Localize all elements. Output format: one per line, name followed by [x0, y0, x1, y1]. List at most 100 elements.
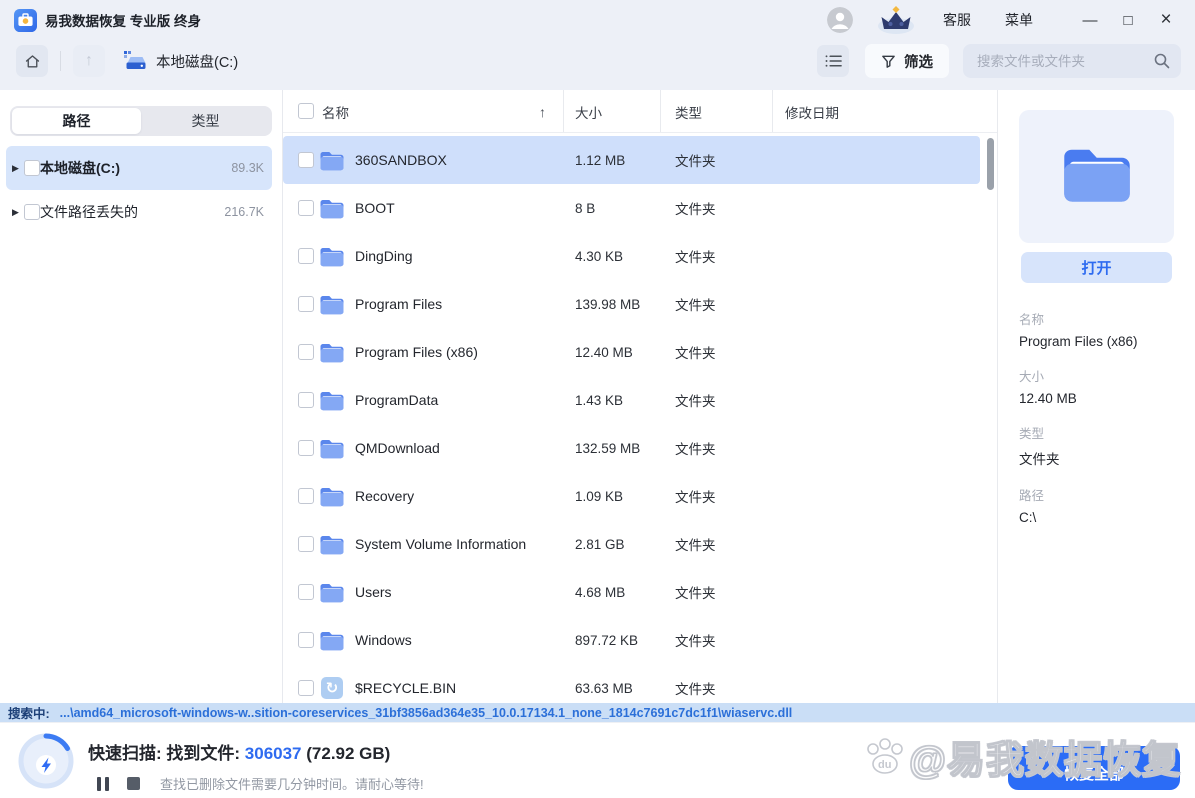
file-name: Recovery	[355, 488, 415, 504]
filter-button[interactable]: 筛选	[865, 44, 949, 78]
table-row[interactable]: ↻ Windows 897.72 KB 文件夹	[283, 616, 980, 664]
folder-icon: ↻	[319, 245, 345, 267]
open-button[interactable]: 打开	[1021, 252, 1172, 283]
search-input[interactable]	[963, 44, 1181, 78]
search-icon[interactable]	[1153, 52, 1171, 70]
home-button[interactable]	[16, 45, 48, 77]
row-checkbox[interactable]	[298, 584, 314, 600]
sidebar: 路径 类型 ▶ 本地磁盘(C:) 89.3K ▶ 文件路径丢失的 216.7K	[0, 90, 283, 703]
column-date[interactable]: 修改日期	[785, 90, 839, 133]
menu-link[interactable]: 菜单	[1005, 10, 1033, 30]
file-table: 名称 ↑ 大小 类型 修改日期 ↻ 36	[283, 90, 997, 703]
column-type[interactable]: 类型	[675, 90, 702, 133]
table-row[interactable]: ↻ DingDing 4.30 KB 文件夹	[283, 232, 980, 280]
file-size: 63.63 MB	[575, 680, 633, 696]
list-view-icon[interactable]	[817, 45, 849, 77]
row-checkbox[interactable]	[298, 488, 314, 504]
select-all-checkbox[interactable]	[298, 103, 314, 119]
column-name[interactable]: 名称	[322, 90, 349, 133]
minimize-button[interactable]: —	[1075, 12, 1105, 29]
field-value: C:\	[1019, 510, 1037, 525]
column-divider	[660, 90, 661, 132]
row-checkbox[interactable]	[298, 536, 314, 552]
tree-checkbox[interactable]	[24, 160, 40, 176]
file-type: 文件夹	[675, 538, 716, 553]
sort-ascending-icon[interactable]: ↑	[539, 90, 546, 133]
preview-panel: 打开 名称 Program Files (x86) 大小 12.40 MB 类型	[997, 90, 1195, 703]
file-type: 文件夹	[675, 202, 716, 217]
file-name: BOOT	[355, 200, 395, 216]
table-row[interactable]: ↻ BOOT 8 B 文件夹	[283, 184, 980, 232]
table-row[interactable]: ↻ ProgramData 1.43 KB 文件夹	[283, 376, 980, 424]
row-checkbox[interactable]	[298, 344, 314, 360]
sidebar-tab[interactable]: 类型	[141, 108, 270, 134]
file-type: 文件夹	[675, 586, 716, 601]
row-checkbox[interactable]	[298, 296, 314, 312]
preview-field: 名称 Program Files (x86)	[1019, 309, 1174, 349]
up-button[interactable]: ↑	[73, 45, 105, 77]
folder-icon: ↻	[319, 629, 345, 651]
field-label: 名称	[1019, 313, 1045, 327]
row-checkbox[interactable]	[298, 680, 314, 696]
table-row[interactable]: ↻ 360SANDBOX 1.12 MB 文件夹	[283, 136, 980, 184]
scan-progress-ring	[17, 732, 75, 790]
tree-checkbox[interactable]	[24, 204, 40, 220]
preview-thumbnail	[1019, 110, 1174, 243]
folder-icon: ↻	[319, 293, 345, 315]
field-label: 大小	[1019, 370, 1045, 384]
table-row[interactable]: ↻ Users 4.68 MB 文件夹	[283, 568, 980, 616]
found-size: (72.92 GB)	[306, 744, 391, 763]
tree-item-count: 89.3K	[231, 161, 264, 175]
filter-label: 筛选	[904, 54, 933, 71]
user-avatar[interactable]	[827, 7, 853, 33]
row-checkbox[interactable]	[298, 200, 314, 216]
expand-arrow-icon[interactable]: ▶	[12, 163, 24, 174]
maximize-button[interactable]: □	[1113, 12, 1143, 29]
close-button[interactable]: ×	[1151, 9, 1181, 31]
preview-field: 大小 12.40 MB	[1019, 366, 1174, 406]
table-row[interactable]: ↻ System Volume Information 2.81 GB 文件夹	[283, 520, 980, 568]
pause-icon[interactable]	[97, 776, 109, 791]
file-size: 139.98 MB	[575, 296, 641, 312]
folder-icon: ↻	[319, 197, 345, 219]
scan-summary: 快速扫描: 找到文件: 306037 (72.92 GB)	[88, 739, 390, 764]
table-row[interactable]: ↻ Program Files (x86) 12.40 MB 文件夹	[283, 328, 980, 376]
sidebar-tab[interactable]: 路径	[12, 108, 141, 134]
row-checkbox[interactable]	[298, 152, 314, 168]
field-label: 类型	[1019, 427, 1045, 441]
table-row[interactable]: ↻ Recovery 1.09 KB 文件夹	[283, 472, 980, 520]
column-size[interactable]: 大小	[575, 90, 602, 133]
table-row[interactable]: ↻ Program Files 139.98 MB 文件夹	[283, 280, 980, 328]
row-checkbox[interactable]	[298, 248, 314, 264]
tree-item[interactable]: ▶ 本地磁盘(C:) 89.3K	[6, 146, 272, 190]
file-size: 1.09 KB	[575, 488, 624, 504]
tree-item[interactable]: ▶ 文件路径丢失的 216.7K	[6, 190, 272, 234]
content-area: 路径 类型 ▶ 本地磁盘(C:) 89.3K ▶ 文件路径丢失的 216.7K …	[0, 90, 1195, 703]
vip-crown-icon[interactable]	[875, 5, 917, 35]
row-checkbox[interactable]	[298, 440, 314, 456]
file-name: Program Files	[355, 296, 443, 312]
table-row[interactable]: ↻ QMDownload 132.59 MB 文件夹	[283, 424, 980, 472]
column-divider	[563, 90, 564, 132]
breadcrumb[interactable]: 本地磁盘(C:)	[123, 51, 238, 72]
svg-text:du: du	[878, 759, 891, 771]
support-link[interactable]: 客服	[943, 10, 971, 30]
stop-icon[interactable]	[127, 777, 140, 790]
file-type: 文件夹	[675, 154, 716, 169]
scan-controls: 查找已删除文件需要几分钟时间。请耐心等待!	[97, 774, 424, 793]
tree-item-count: 216.7K	[224, 205, 264, 219]
vertical-scrollbar-thumb[interactable]	[987, 138, 994, 190]
file-size: 132.59 MB	[575, 440, 641, 456]
status-label: 搜索中:	[8, 707, 50, 721]
file-type: 文件夹	[675, 394, 716, 409]
toolbar-divider	[60, 51, 61, 71]
file-type: 文件夹	[675, 682, 716, 697]
row-checkbox[interactable]	[298, 632, 314, 648]
folder-icon: ↻	[319, 341, 345, 363]
file-size: 4.30 KB	[575, 248, 624, 264]
field-value: 12.40 MB	[1019, 391, 1077, 406]
tree-item-label: 文件路径丢失的	[40, 204, 138, 220]
expand-arrow-icon[interactable]: ▶	[12, 207, 24, 218]
table-row[interactable]: ↻ $RECYCLE.BIN 63.63 MB 文件夹	[283, 664, 980, 703]
row-checkbox[interactable]	[298, 392, 314, 408]
